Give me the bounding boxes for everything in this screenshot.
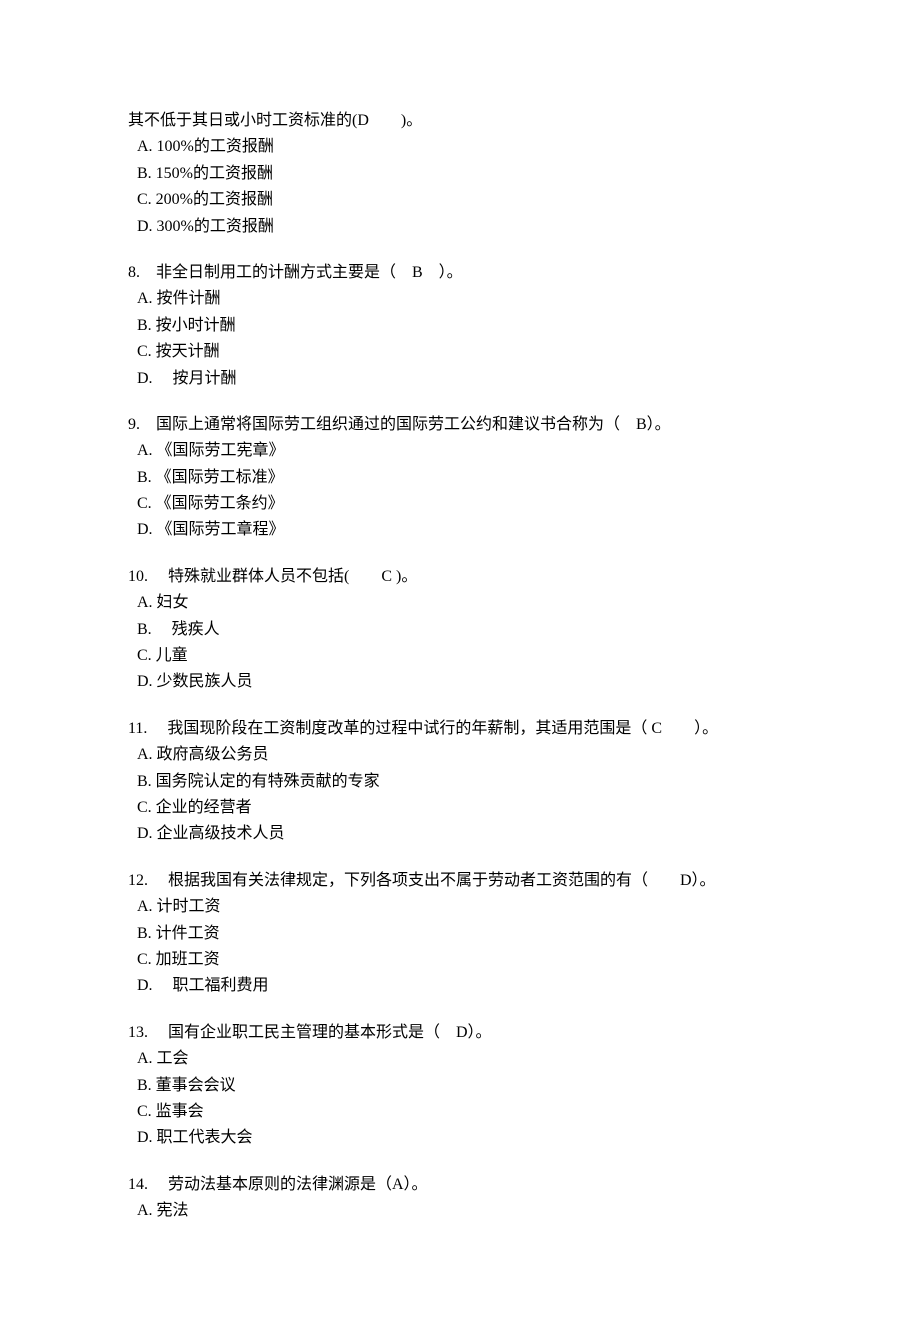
question-stem: 13. 国有企业职工民主管理的基本形式是（ D）。 — [128, 1020, 792, 1046]
option-d: D. 300%的工资报酬 — [128, 214, 792, 240]
option-c: C. 200%的工资报酬 — [128, 187, 792, 213]
question-14: 14. 劳动法基本原则的法律渊源是（A）。 A. 宪法 — [128, 1172, 792, 1225]
option-b: B. 国务院认定的有特殊贡献的专家 — [128, 769, 792, 795]
option-b: B. 残疾人 — [128, 617, 792, 643]
option-c: C. 按天计酬 — [128, 339, 792, 365]
question-10: 10. 特殊就业群体人员不包括( C )。 A. 妇女 B. 残疾人 C. 儿童… — [128, 564, 792, 696]
option-a: A. 100%的工资报酬 — [128, 134, 792, 160]
option-c: C. 企业的经营者 — [128, 795, 792, 821]
question-13: 13. 国有企业职工民主管理的基本形式是（ D）。 A. 工会 B. 董事会会议… — [128, 1020, 792, 1152]
question-stem: 8. 非全日制用工的计酬方式主要是（ B ）。 — [128, 260, 792, 286]
option-d: D. 少数民族人员 — [128, 669, 792, 695]
question-12: 12. 根据我国有关法律规定，下列各项支出不属于劳动者工资范围的有（ D）。 A… — [128, 868, 792, 1000]
option-b: B. 董事会会议 — [128, 1073, 792, 1099]
option-c: C. 监事会 — [128, 1099, 792, 1125]
option-d: D. 企业高级技术人员 — [128, 821, 792, 847]
question-8: 8. 非全日制用工的计酬方式主要是（ B ）。 A. 按件计酬 B. 按小时计酬… — [128, 260, 792, 392]
option-a: A. 宪法 — [128, 1198, 792, 1224]
option-c: C. 儿童 — [128, 643, 792, 669]
option-a: A. 按件计酬 — [128, 286, 792, 312]
option-d: D. 《国际劳工章程》 — [128, 517, 792, 543]
question-stem: 14. 劳动法基本原则的法律渊源是（A）。 — [128, 1172, 792, 1198]
option-d: D. 职工代表大会 — [128, 1125, 792, 1151]
question-stem: 11. 我国现阶段在工资制度改革的过程中试行的年薪制，其适用范围是（ C ）。 — [128, 716, 792, 742]
question-stem: 12. 根据我国有关法律规定，下列各项支出不属于劳动者工资范围的有（ D）。 — [128, 868, 792, 894]
option-a: A. 《国际劳工宪章》 — [128, 438, 792, 464]
option-a: A. 妇女 — [128, 590, 792, 616]
option-c: C. 加班工资 — [128, 947, 792, 973]
option-d: D. 按月计酬 — [128, 366, 792, 392]
question-stem: 其不低于其日或小时工资标准的(D )。 — [128, 108, 792, 134]
option-a: A. 工会 — [128, 1046, 792, 1072]
option-b: B. 计件工资 — [128, 921, 792, 947]
question-11: 11. 我国现阶段在工资制度改革的过程中试行的年薪制，其适用范围是（ C ）。 … — [128, 716, 792, 848]
question-9: 9. 国际上通常将国际劳工组织通过的国际劳工公约和建议书合称为（ B）。 A. … — [128, 412, 792, 544]
option-c: C. 《国际劳工条约》 — [128, 491, 792, 517]
question-7-tail: 其不低于其日或小时工资标准的(D )。 A. 100%的工资报酬 B. 150%… — [128, 108, 792, 240]
document-page: 其不低于其日或小时工资标准的(D )。 A. 100%的工资报酬 B. 150%… — [0, 0, 920, 1324]
option-a: A. 计时工资 — [128, 894, 792, 920]
option-b: B. 150%的工资报酬 — [128, 161, 792, 187]
option-b: B. 按小时计酬 — [128, 313, 792, 339]
question-stem: 9. 国际上通常将国际劳工组织通过的国际劳工公约和建议书合称为（ B）。 — [128, 412, 792, 438]
option-b: B. 《国际劳工标准》 — [128, 465, 792, 491]
option-a: A. 政府高级公务员 — [128, 742, 792, 768]
option-d: D. 职工福利费用 — [128, 973, 792, 999]
question-stem: 10. 特殊就业群体人员不包括( C )。 — [128, 564, 792, 590]
